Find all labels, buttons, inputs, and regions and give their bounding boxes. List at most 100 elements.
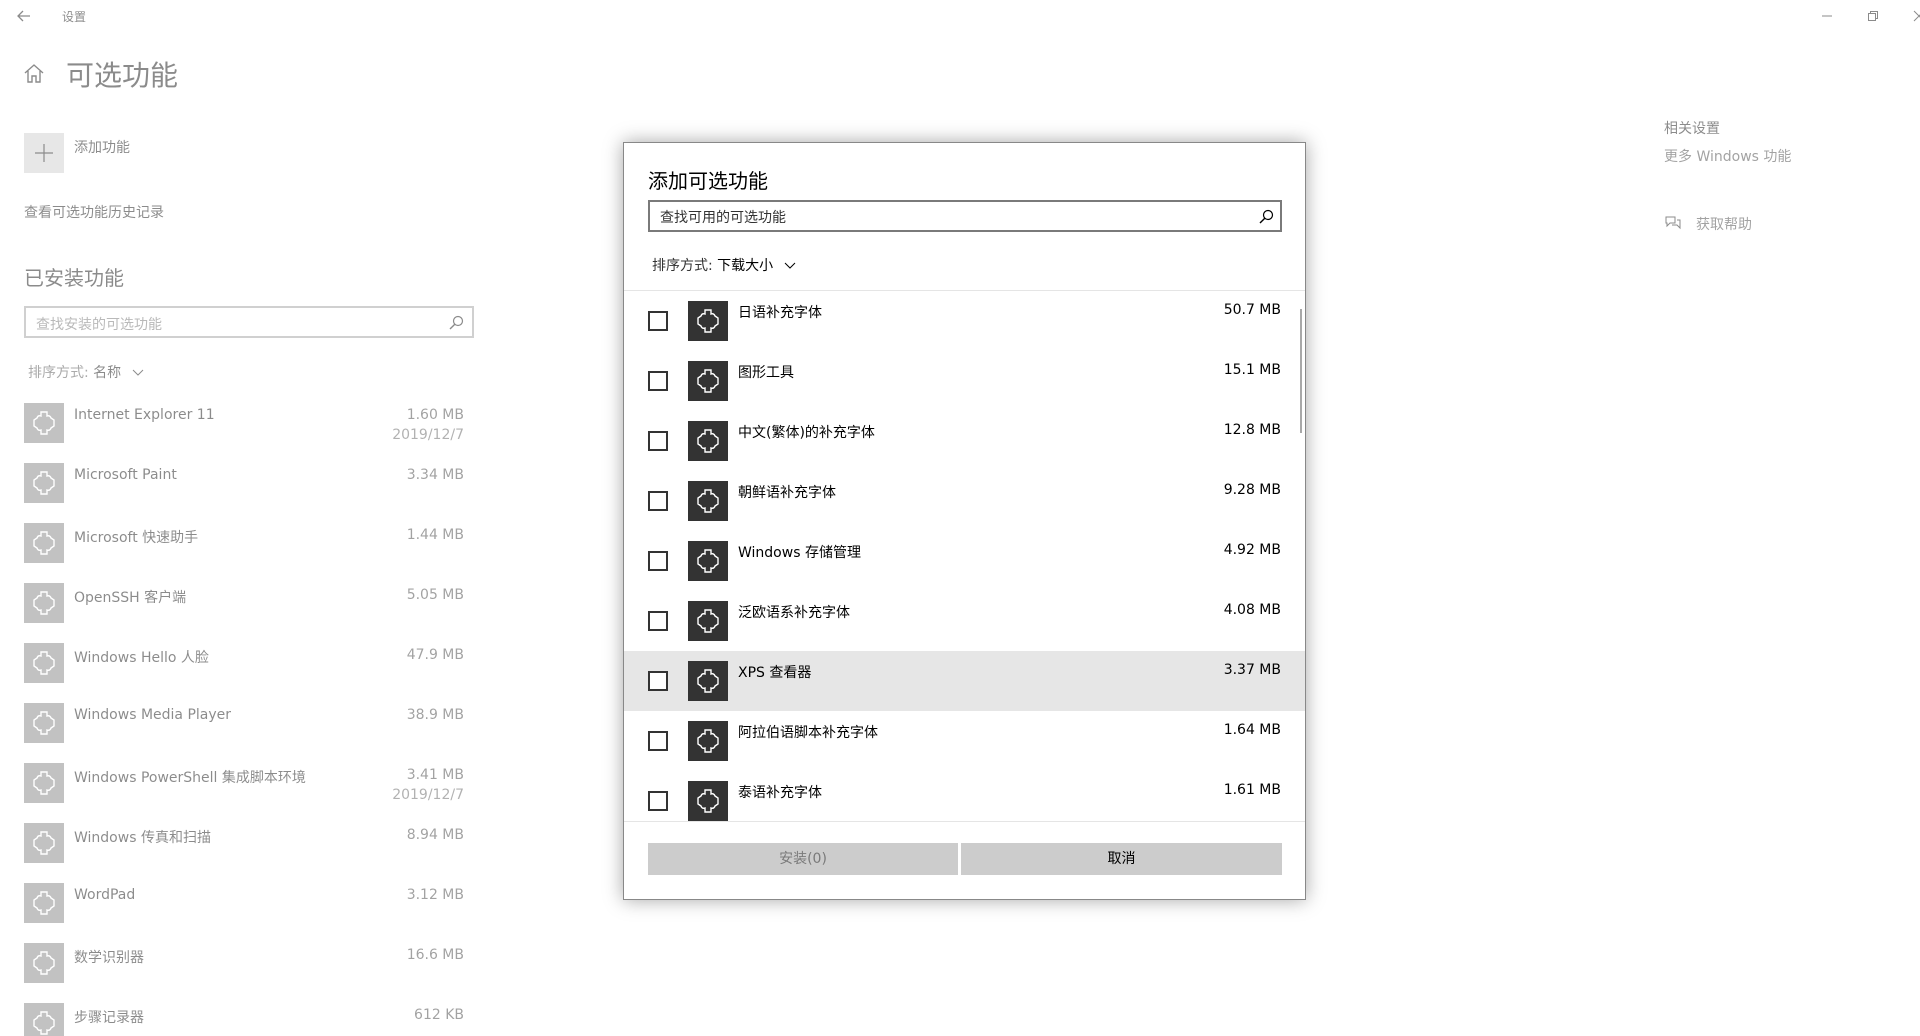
feature-checkbox[interactable] — [648, 311, 668, 331]
feature-tile — [24, 703, 64, 743]
feature-size: 16.6 MB — [406, 947, 464, 963]
feature-tile — [688, 301, 728, 341]
installed-feature-row[interactable]: Windows Hello 人脸 47.9 MB — [24, 643, 464, 703]
feature-tile — [24, 643, 64, 683]
feature-checkbox[interactable] — [648, 791, 668, 811]
puzzle-gear-icon — [33, 771, 55, 795]
available-feature-row[interactable]: 泛欧语系补充字体 4.08 MB — [624, 591, 1305, 651]
available-feature-row[interactable]: 日语补充字体 50.7 MB — [624, 291, 1305, 351]
available-feature-row[interactable]: 图形工具 15.1 MB — [624, 351, 1305, 411]
minimize-button[interactable] — [1804, 0, 1850, 32]
installed-feature-row[interactable]: Windows Media Player 38.9 MB — [24, 703, 464, 763]
available-feature-row[interactable]: 阿拉伯语脚本补充字体 1.64 MB — [624, 711, 1305, 771]
installed-feature-row[interactable]: Windows PowerShell 集成脚本环境 3.41 MB 2019/12/… — [24, 763, 464, 823]
feature-size: 1.61 MB — [1223, 782, 1281, 798]
puzzle-gear-icon — [697, 549, 719, 573]
feature-name: Microsoft Paint — [74, 467, 177, 483]
title-bar: 设置 — [0, 0, 1920, 32]
feature-tile — [24, 943, 64, 983]
page-title: 可选功能 — [66, 59, 179, 92]
puzzle-gear-icon — [33, 651, 55, 675]
feature-size: 50.7 MB — [1223, 302, 1281, 318]
add-optional-feature-dialog: 添加可选功能 查找可用的可选功能 排序方式: 下载大小 日语补充字体 50.7 M… — [623, 142, 1306, 900]
puzzle-gear-icon — [33, 411, 55, 435]
available-feature-row[interactable]: 中文(繁体)的补充字体 12.8 MB — [624, 411, 1305, 471]
feature-size: 1.60 MB — [406, 407, 464, 423]
puzzle-gear-icon — [33, 591, 55, 615]
search-icon[interactable] — [448, 315, 464, 331]
puzzle-gear-icon — [697, 309, 719, 333]
installed-feature-row[interactable]: Microsoft Paint 3.34 MB — [24, 463, 464, 523]
search-icon[interactable] — [1258, 209, 1274, 225]
scrollbar-thumb[interactable] — [1300, 309, 1302, 433]
feature-tile — [24, 823, 64, 863]
feature-checkbox[interactable] — [648, 431, 668, 451]
back-button[interactable] — [10, 2, 38, 30]
installed-feature-row[interactable]: Microsoft 快速助手 1.44 MB — [24, 523, 464, 583]
installed-feature-row[interactable]: Windows 传真和扫描 8.94 MB — [24, 823, 464, 883]
restore-button[interactable] — [1850, 0, 1896, 32]
feature-checkbox[interactable] — [648, 731, 668, 751]
get-help-link[interactable]: 获取帮助 — [1696, 214, 1752, 234]
feature-name: 泰语补充字体 — [738, 785, 822, 801]
feature-name: Internet Explorer 11 — [74, 407, 215, 423]
feature-checkbox[interactable] — [648, 671, 668, 691]
feature-date: 2019/12/7 — [392, 427, 464, 443]
feature-tile — [24, 403, 64, 443]
feature-size: 4.92 MB — [1223, 542, 1281, 558]
feature-size: 12.8 MB — [1223, 422, 1281, 438]
feature-tile — [688, 661, 728, 701]
puzzle-gear-icon — [697, 609, 719, 633]
feature-name: 朝鲜语补充字体 — [738, 485, 836, 501]
feature-name: 中文(繁体)的补充字体 — [738, 425, 875, 441]
available-feature-list: 日语补充字体 50.7 MB 图形工具 15.1 MB 中文(繁体)的补充字体 12.8 … — [624, 291, 1305, 821]
home-icon[interactable] — [22, 62, 46, 86]
feature-checkbox[interactable] — [648, 611, 668, 631]
dialog-title: 添加可选功能 — [648, 169, 768, 193]
feature-checkbox[interactable] — [648, 491, 668, 511]
available-feature-row[interactable]: XPS 查看器 3.37 MB — [624, 651, 1305, 711]
sort-label: 排序方式: — [28, 365, 89, 381]
available-feature-row[interactable]: Windows 存储管理 4.92 MB — [624, 531, 1305, 591]
installed-feature-row[interactable]: WordPad 3.12 MB — [24, 883, 464, 943]
feature-date: 2019/12/7 — [392, 787, 464, 803]
puzzle-gear-icon — [33, 471, 55, 495]
feature-checkbox[interactable] — [648, 371, 668, 391]
available-feature-row[interactable]: 泰语补充字体 1.61 MB — [624, 771, 1305, 821]
help-chat-icon — [1665, 216, 1681, 230]
puzzle-gear-icon — [697, 669, 719, 693]
feature-tile — [24, 883, 64, 923]
feature-size: 5.05 MB — [406, 587, 464, 603]
add-feature-button[interactable] — [24, 133, 64, 173]
feature-name: XPS 查看器 — [738, 665, 812, 681]
installed-search-input[interactable]: 查找安装的可选功能 — [24, 306, 474, 338]
puzzle-gear-icon — [697, 369, 719, 393]
feature-size: 612 KB — [414, 1007, 464, 1023]
installed-sort-selector[interactable]: 排序方式: 名称 — [28, 362, 144, 382]
installed-feature-row[interactable]: 数学识别器 16.6 MB — [24, 943, 464, 1003]
add-feature-label[interactable]: 添加功能 — [74, 137, 130, 157]
installed-feature-row[interactable]: Internet Explorer 11 1.60 MB 2019/12/7 — [24, 403, 464, 463]
feature-tile — [24, 763, 64, 803]
feature-name: 数学识别器 — [74, 950, 144, 966]
feature-name: OpenSSH 客户端 — [74, 590, 187, 606]
puzzle-gear-icon — [697, 789, 719, 813]
dialog-search-input[interactable]: 查找可用的可选功能 — [648, 200, 1282, 232]
feature-name: Windows 存储管理 — [738, 545, 861, 561]
dialog-sort-selector[interactable]: 排序方式: 下载大小 — [652, 255, 796, 275]
feature-name: 图形工具 — [738, 365, 794, 381]
feature-name: Windows 传真和扫描 — [74, 830, 211, 846]
installed-feature-row[interactable]: 步骤记录器 612 KB — [24, 1003, 464, 1036]
divider — [624, 821, 1305, 822]
sort-label: 排序方式: — [652, 258, 713, 274]
sort-value: 名称 — [93, 365, 122, 381]
feature-history-link[interactable]: 查看可选功能历史记录 — [24, 202, 164, 222]
feature-size: 8.94 MB — [406, 827, 464, 843]
installed-feature-row[interactable]: OpenSSH 客户端 5.05 MB — [24, 583, 464, 643]
more-windows-features-link[interactable]: 更多 Windows 功能 — [1664, 146, 1791, 166]
cancel-button[interactable]: 取消 — [961, 843, 1282, 875]
install-button[interactable]: 安装(0) — [648, 843, 958, 875]
feature-checkbox[interactable] — [648, 551, 668, 571]
available-feature-row[interactable]: 朝鲜语补充字体 9.28 MB — [624, 471, 1305, 531]
close-button[interactable] — [1896, 0, 1920, 32]
